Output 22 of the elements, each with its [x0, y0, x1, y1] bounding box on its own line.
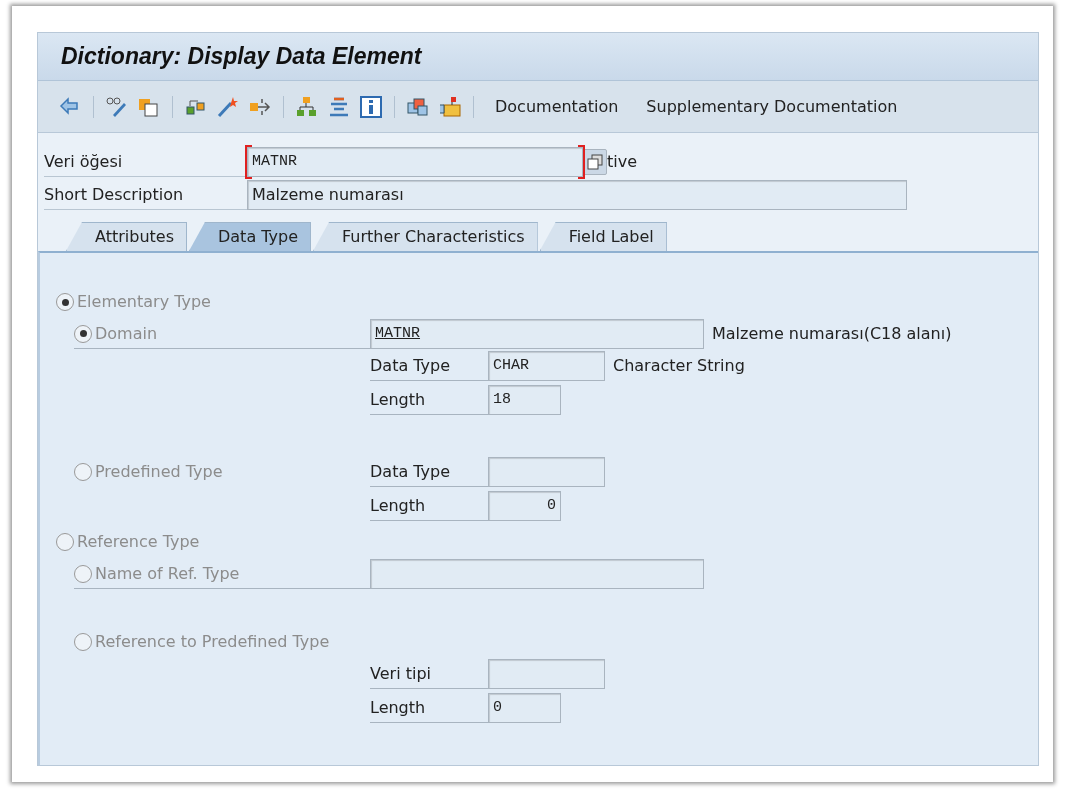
radio-label: Domain [95, 322, 158, 345]
tab[interactable]: Attributes [66, 222, 187, 251]
field-description: Malzeme numarası(C18 alanı) [712, 323, 952, 345]
radio-label: Name of Ref. Type [95, 562, 240, 585]
copy-button[interactable] [583, 148, 607, 175]
input-field[interactable] [488, 457, 605, 487]
input-field[interactable] [488, 659, 605, 689]
field-description: Character String [613, 355, 745, 377]
radio-label: Reference Type [77, 531, 200, 553]
tab[interactable]: Further Characteristics [313, 222, 538, 251]
window-title: Dictionary: Display Data Element [61, 43, 422, 70]
toolbar-button[interactable]: Documentation [481, 94, 633, 119]
input-field[interactable] [370, 559, 704, 589]
radio-label: Elementary Type [77, 291, 211, 313]
short-description-field[interactable]: Malzeme numarası [247, 179, 907, 210]
status-text: tive [607, 150, 638, 173]
toolbar-button[interactable]: Supplementary Documentation [632, 94, 912, 119]
radio-label: Reference to Predefined Type [95, 631, 330, 653]
tab[interactable]: Field Label [539, 222, 667, 251]
tab[interactable]: Data Type [189, 222, 312, 251]
radio-label: Predefined Type [95, 461, 223, 483]
element-name-field[interactable]: MATNR [247, 146, 583, 177]
